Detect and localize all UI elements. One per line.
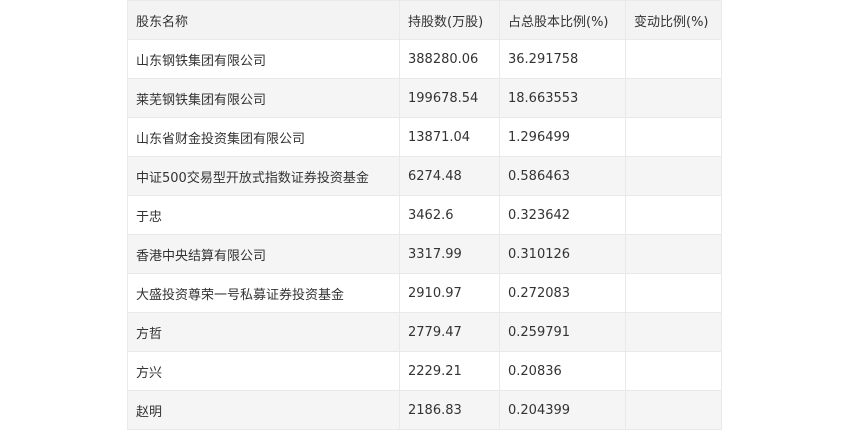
- change-value: [625, 273, 722, 313]
- shares-value: 199678.54: [399, 78, 500, 118]
- change-value: [625, 156, 722, 196]
- ratio-value: 1.296499: [499, 117, 626, 157]
- shareholder-name: 山东省财金投资集团有限公司: [127, 117, 400, 157]
- change-value: [625, 117, 722, 157]
- change-value: [625, 390, 722, 430]
- shareholder-name: 中证500交易型开放式指数证券投资基金: [127, 156, 400, 196]
- shareholders-table: 股东名称 持股数(万股) 占总股本比例(%) 变动比例(%) 山东钢铁集团有限公…: [127, 0, 722, 430]
- shares-value: 6274.48: [399, 156, 500, 196]
- table-row: 中证500交易型开放式指数证券投资基金 6274.48 0.586463: [127, 156, 722, 196]
- ratio-value: 18.663553: [499, 78, 626, 118]
- table-row: 香港中央结算有限公司 3317.99 0.310126: [127, 234, 722, 274]
- table-body: 山东钢铁集团有限公司 388280.06 36.291758 莱芜钢铁集团有限公…: [127, 39, 722, 430]
- shareholder-name: 于忠: [127, 195, 400, 235]
- table-row: 莱芜钢铁集团有限公司 199678.54 18.663553: [127, 78, 722, 118]
- ratio-value: 0.272083: [499, 273, 626, 313]
- ratio-value: 36.291758: [499, 39, 626, 79]
- header-shares: 持股数(万股): [399, 0, 500, 40]
- table-row: 方哲 2779.47 0.259791: [127, 312, 722, 352]
- shares-value: 2779.47: [399, 312, 500, 352]
- change-value: [625, 195, 722, 235]
- shareholder-name: 大盛投资尊荣一号私募证券投资基金: [127, 273, 400, 313]
- shares-value: 2186.83: [399, 390, 500, 430]
- shares-value: 2229.21: [399, 351, 500, 391]
- header-ratio: 占总股本比例(%): [499, 0, 626, 40]
- table-row: 山东省财金投资集团有限公司 13871.04 1.296499: [127, 117, 722, 157]
- shares-value: 2910.97: [399, 273, 500, 313]
- header-row: 股东名称 持股数(万股) 占总股本比例(%) 变动比例(%): [127, 0, 722, 40]
- change-value: [625, 351, 722, 391]
- shareholder-name: 莱芜钢铁集团有限公司: [127, 78, 400, 118]
- shareholder-name: 方兴: [127, 351, 400, 391]
- table-row: 大盛投资尊荣一号私募证券投资基金 2910.97 0.272083: [127, 273, 722, 313]
- change-value: [625, 78, 722, 118]
- shares-value: 13871.04: [399, 117, 500, 157]
- table-header: 股东名称 持股数(万股) 占总股本比例(%) 变动比例(%): [127, 0, 722, 40]
- change-value: [625, 312, 722, 352]
- ratio-value: 0.586463: [499, 156, 626, 196]
- shares-value: 3317.99: [399, 234, 500, 274]
- table-row: 于忠 3462.6 0.323642: [127, 195, 722, 235]
- ratio-value: 0.310126: [499, 234, 626, 274]
- header-shareholder-name: 股东名称: [127, 0, 400, 40]
- table-row: 方兴 2229.21 0.20836: [127, 351, 722, 391]
- shareholder-name: 山东钢铁集团有限公司: [127, 39, 400, 79]
- ratio-value: 0.323642: [499, 195, 626, 235]
- shares-value: 3462.6: [399, 195, 500, 235]
- header-change: 变动比例(%): [625, 0, 722, 40]
- change-value: [625, 234, 722, 274]
- shareholder-name: 方哲: [127, 312, 400, 352]
- ratio-value: 0.259791: [499, 312, 626, 352]
- table-row: 赵明 2186.83 0.204399: [127, 390, 722, 430]
- shareholder-name: 赵明: [127, 390, 400, 430]
- ratio-value: 0.204399: [499, 390, 626, 430]
- change-value: [625, 39, 722, 79]
- ratio-value: 0.20836: [499, 351, 626, 391]
- shares-value: 388280.06: [399, 39, 500, 79]
- shareholder-name: 香港中央结算有限公司: [127, 234, 400, 274]
- table-row: 山东钢铁集团有限公司 388280.06 36.291758: [127, 39, 722, 79]
